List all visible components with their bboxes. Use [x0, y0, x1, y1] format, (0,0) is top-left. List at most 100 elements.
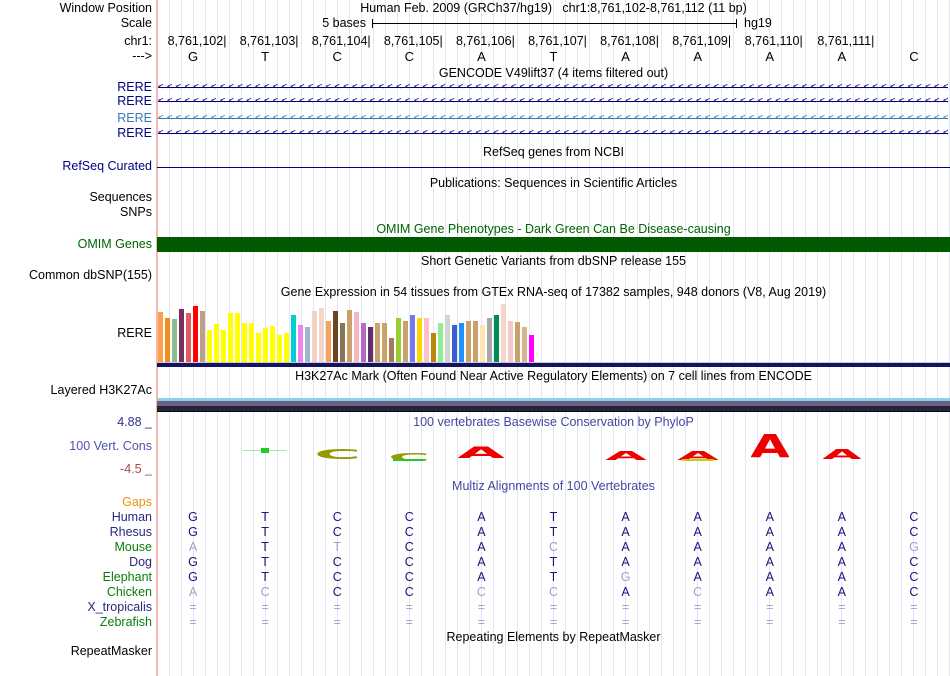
gene-label[interactable]: RERE: [0, 127, 152, 140]
track-title-omim[interactable]: OMIM Gene Phenotypes - Dark Green Can Be…: [157, 223, 950, 236]
alignment-base: C: [909, 585, 919, 599]
species-label[interactable]: Human: [0, 511, 152, 524]
gtex-tissue-bar: [480, 325, 485, 362]
gtex-tissue-bar: [179, 309, 184, 362]
track-title-repeatmasker[interactable]: Repeating Elements by RepeatMasker: [157, 631, 950, 644]
scale-label: Scale: [120, 16, 152, 30]
gtex-tissue-bar: [235, 313, 240, 362]
alignment-base: C: [548, 540, 558, 554]
gene-label[interactable]: RERE: [0, 95, 152, 108]
track-title-gencode[interactable]: GENCODE V49lift37 (4 items filtered out): [157, 67, 950, 80]
gtex-tissue-bar: [340, 323, 345, 362]
genome-browser-image: Window Position Human Feb. 2009 (GRCh37/…: [0, 0, 950, 676]
alignment-base: A: [837, 540, 847, 554]
track-title-gtex[interactable]: Gene Expression in 54 tissues from GTEx …: [157, 286, 950, 299]
gtex-tissue-bar: [382, 323, 387, 362]
refseq-gene-line[interactable]: [157, 167, 950, 168]
alignment-base: =: [333, 615, 341, 629]
svg-text:A: A: [458, 446, 504, 458]
omim-gene-bar[interactable]: [157, 237, 950, 252]
alignment-base: A: [765, 570, 774, 584]
reference-base: G: [187, 49, 199, 64]
gene-label[interactable]: RERE: [0, 112, 152, 125]
alignment-base: =: [838, 600, 846, 614]
species-label[interactable]: Zebrafish: [0, 616, 152, 629]
gtex-tissue-bar: [494, 315, 499, 362]
gtex-tissue-bar: [361, 323, 366, 362]
species-label[interactable]: Elephant: [0, 571, 152, 584]
track-title-conservation[interactable]: 100 vertebrates Basewise Conservation by…: [157, 416, 950, 429]
svg-text:A: A: [823, 449, 861, 459]
species-label[interactable]: Dog: [0, 556, 152, 569]
layered-h3k27ac-label[interactable]: Layered H3K27Ac: [0, 384, 152, 397]
alignment-base: =: [766, 615, 774, 629]
repeatmasker-label[interactable]: RepeatMasker: [0, 645, 152, 658]
alignment-base: G: [909, 540, 919, 554]
snps-label[interactable]: SNPs: [0, 206, 152, 219]
alignment-base: =: [621, 615, 630, 629]
species-label[interactable]: Mouse: [0, 541, 152, 554]
alignment-base: C: [909, 570, 919, 584]
gtex-tissue-bar: [165, 318, 170, 362]
alignment-base: A: [621, 555, 630, 569]
gtex-gene-label[interactable]: RERE: [0, 327, 152, 340]
conservation-track-label[interactable]: 100 Vert. Cons: [0, 440, 152, 453]
sequences-label[interactable]: Sequences: [0, 191, 152, 204]
alignment-base: T: [549, 555, 558, 569]
alignment-base: A: [837, 585, 847, 599]
alignment-base: C: [909, 555, 919, 569]
gtex-tissue-bar: [410, 315, 415, 362]
alignment-base: A: [837, 555, 847, 569]
track-title-dbsnp[interactable]: Short Genetic Variants from dbSNP releas…: [157, 255, 950, 268]
gtex-tissue-bar: [284, 333, 289, 362]
gtex-tissue-bar: [200, 311, 205, 362]
gtex-tissue-bar: [277, 335, 282, 362]
alignment-base: A: [693, 525, 702, 539]
species-label[interactable]: X_tropicalis: [0, 601, 152, 614]
refseq-curated-label[interactable]: RefSeq Curated: [0, 160, 152, 173]
gtex-tissue-bar: [522, 327, 527, 362]
phylop-letter: C: [314, 447, 361, 462]
position-tick-label: 8,761,109|: [672, 34, 732, 48]
alignment-base: T: [261, 555, 269, 569]
track-title-multiz[interactable]: Multiz Alignments of 100 Vertebrates: [157, 480, 950, 493]
alignment-base: A: [693, 510, 702, 524]
gtex-tissue-bar: [459, 323, 464, 362]
alignment-base: A: [477, 540, 486, 554]
gtex-baseline: [157, 363, 950, 367]
alignment-base: A: [693, 570, 702, 584]
gtex-tissue-bar: [389, 338, 394, 362]
alignment-base: T: [261, 525, 269, 539]
gene-label[interactable]: RERE: [0, 81, 152, 94]
track-title-refseq[interactable]: RefSeq genes from NCBI: [157, 146, 950, 159]
alignment-base: T: [261, 510, 269, 524]
common-dbsnp-label[interactable]: Common dbSNP(155): [0, 269, 152, 282]
alignment-base: =: [766, 600, 774, 614]
conservation-max-tick: 4.88 _: [117, 415, 152, 429]
gtex-tissue-bar: [403, 321, 408, 362]
gtex-tissue-bar: [256, 333, 261, 362]
species-label[interactable]: Gaps: [0, 496, 152, 509]
gtex-tissue-bar: [193, 306, 198, 362]
gtex-tissue-bar: [249, 323, 254, 362]
position-tick-label: 8,761,106|: [455, 34, 515, 48]
alignment-base: G: [188, 570, 198, 584]
position-tick-label: 8,761,102|: [167, 34, 227, 48]
alignment-base: =: [621, 600, 630, 614]
reference-base: A: [693, 49, 702, 64]
strand-arrows: <<<<<<<<<<<<<<<<<<<<<<<<<<<<<<<<<<<<<<<<…: [158, 82, 948, 92]
species-label[interactable]: Rhesus: [0, 526, 152, 539]
phylop-letter: A: [457, 443, 505, 462]
omim-genes-label[interactable]: OMIM Genes: [0, 238, 152, 251]
track-title-h3k27ac[interactable]: H3K27Ac Mark (Often Found Near Active Re…: [157, 370, 950, 383]
alignment-base: C: [404, 585, 414, 599]
alignment-base: =: [405, 600, 413, 614]
track-title-publications[interactable]: Publications: Sequences in Scientific Ar…: [157, 177, 950, 190]
species-label[interactable]: Chicken: [0, 586, 152, 599]
phylop-glyph-underline: [393, 459, 426, 461]
gtex-tissue-bar: [270, 326, 275, 362]
phylop-glyph-mark: [261, 448, 270, 453]
gtex-expression-bars[interactable]: [158, 304, 536, 362]
reference-base: C: [909, 49, 919, 64]
reference-base: C: [332, 49, 342, 64]
